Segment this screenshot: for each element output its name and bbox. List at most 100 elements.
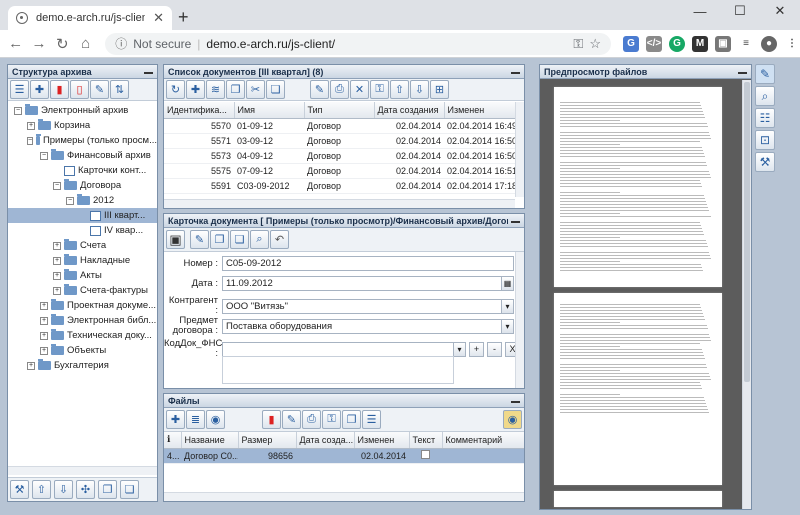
- edit-document-icon[interactable]: ✎: [310, 80, 329, 99]
- chevron-down-icon[interactable]: ▾: [501, 298, 514, 314]
- translate-extension-icon[interactable]: G: [622, 35, 639, 52]
- tree-node[interactable]: − Электронный архив: [8, 103, 157, 118]
- profile-avatar[interactable]: ●: [760, 35, 777, 52]
- tree-node[interactable]: Карточки конт...: [8, 163, 157, 178]
- tree-node[interactable]: + Бухгалтерия: [8, 358, 157, 373]
- expand-icon[interactable]: +: [53, 256, 61, 265]
- new-tab-icon[interactable]: +: [178, 7, 189, 28]
- preview-scroll-thumb[interactable]: [744, 82, 750, 382]
- move-icon[interactable]: ✣: [76, 480, 95, 499]
- refresh-icon[interactable]: ↻: [166, 80, 185, 99]
- paste-icon[interactable]: ❏: [120, 480, 139, 499]
- subject-select[interactable]: Поставка оборудования: [222, 318, 502, 334]
- column-header[interactable]: Название: [181, 432, 239, 449]
- copy-icon[interactable]: ❐: [98, 480, 117, 499]
- column-header[interactable]: Изменен: [354, 432, 410, 449]
- minimize-panel-icon[interactable]: [738, 70, 747, 74]
- code-extension-icon[interactable]: </>: [645, 35, 662, 52]
- edit-card-icon[interactable]: ✎: [190, 230, 209, 249]
- table-row[interactable]: 5571 03-09-12 Договор 02.04.2014 02.04.2014 …: [164, 133, 515, 149]
- table-row[interactable]: 5591 C03-09-2012 Договор 02.04.2014 02.04.20…: [164, 178, 515, 194]
- text-checkbox[interactable]: [409, 448, 442, 464]
- calendar-icon[interactable]: ▦: [501, 276, 514, 291]
- lock-icon[interactable]: ⊡: [755, 130, 775, 150]
- copy-document-icon[interactable]: ❐: [226, 80, 245, 99]
- table-row[interactable]: 5575 07-09-12 Договор 02.04.2014 02.04.2014 …: [164, 163, 515, 179]
- settings-icon[interactable]: ☰: [10, 80, 29, 99]
- minimize-panel-icon[interactable]: [144, 70, 153, 74]
- tree-node[interactable]: + Счета: [8, 238, 157, 253]
- add-folder-icon[interactable]: ✚: [30, 80, 49, 99]
- reload-icon[interactable]: ↻: [51, 35, 74, 53]
- date-field[interactable]: 11.09.2012: [222, 276, 502, 291]
- collapse-icon[interactable]: −: [40, 151, 48, 160]
- column-header[interactable]: Размер: [238, 432, 297, 449]
- expand-icon[interactable]: +: [53, 271, 61, 280]
- doclist-vertical-scrollbar[interactable]: [515, 102, 524, 197]
- expand-icon[interactable]: +: [27, 121, 35, 130]
- expand-icon[interactable]: +: [40, 316, 48, 325]
- column-header[interactable]: Текст: [409, 432, 443, 449]
- column-header[interactable]: Имя: [234, 102, 305, 119]
- contractor-select[interactable]: ООО "Витязь": [222, 298, 502, 314]
- tree-node[interactable]: III кварт...: [8, 208, 157, 223]
- collapse-icon[interactable]: −: [27, 136, 34, 145]
- column-header[interactable]: Тип: [304, 102, 375, 119]
- minimize-panel-icon[interactable]: [511, 219, 520, 223]
- minimize-panel-icon[interactable]: [511, 70, 520, 74]
- tree-node[interactable]: + Техническая доку...: [8, 328, 157, 343]
- table-row[interactable]: 5570 01-09-12 Договор 02.04.2014 02.04.2014 …: [164, 118, 515, 134]
- database-icon[interactable]: ≣: [186, 410, 205, 429]
- tools-side-icon[interactable]: ⚒: [755, 152, 775, 172]
- expand-icon[interactable]: +: [53, 241, 61, 250]
- view-icon[interactable]: ◉: [206, 410, 225, 429]
- scan-icon[interactable]: ⎙: [302, 410, 321, 429]
- warning-icon[interactable]: ⓘ: [115, 35, 127, 52]
- forward-icon[interactable]: →: [27, 35, 50, 52]
- duplicate-card-icon[interactable]: ❏: [230, 230, 249, 249]
- upload-icon[interactable]: ⇧: [390, 80, 409, 99]
- add-file-icon[interactable]: ✚: [166, 410, 185, 429]
- tree-node[interactable]: + Счета-фактуры: [8, 283, 157, 298]
- bookmark-star-icon[interactable]: ☆: [589, 36, 601, 52]
- close-tab-icon[interactable]: ✕: [153, 10, 164, 26]
- table-row[interactable]: 5573 04-09-12 Договор 02.04.2014 02.04.2014 …: [164, 148, 515, 164]
- tools-icon[interactable]: ✕: [350, 80, 369, 99]
- column-header[interactable]: Изменен: [444, 102, 515, 119]
- tree-node[interactable]: − Примеры (только просм...: [8, 133, 157, 148]
- copy-card-icon[interactable]: ❐: [210, 230, 229, 249]
- minimize-icon[interactable]: —: [680, 0, 720, 22]
- tree-node[interactable]: + Корзина: [8, 118, 157, 133]
- grammarly-extension-icon[interactable]: G: [668, 35, 685, 52]
- sort-icon[interactable]: ⇅: [110, 80, 129, 99]
- tree-horizontal-scrollbar[interactable]: [8, 466, 157, 475]
- key-file-icon[interactable]: ⚿: [322, 410, 341, 429]
- key-icon[interactable]: ⚿: [370, 80, 389, 99]
- m-extension-icon[interactable]: M: [691, 35, 708, 52]
- column-header[interactable]: ℹ: [164, 432, 182, 449]
- menu-kebab-icon[interactable]: ⋮: [784, 36, 800, 52]
- trash-icon[interactable]: ▯: [70, 80, 89, 99]
- tree-node[interactable]: − Финансовый архив: [8, 148, 157, 163]
- edit-file-icon[interactable]: ✎: [282, 410, 301, 429]
- download-icon[interactable]: ⇩: [410, 80, 429, 99]
- delete-icon[interactable]: ▮: [50, 80, 69, 99]
- preview-toggle-icon[interactable]: ◉: [503, 410, 522, 429]
- chevron-down-icon[interactable]: ▾: [501, 318, 514, 334]
- expand-icon[interactable]: +: [53, 286, 61, 295]
- files-horizontal-scrollbar[interactable]: [164, 492, 524, 501]
- expand-icon[interactable]: +: [40, 301, 48, 310]
- list-view-icon[interactable]: ☷: [755, 108, 775, 128]
- upload-icon[interactable]: ⇧: [32, 480, 51, 499]
- cut-icon[interactable]: ✂: [246, 80, 265, 99]
- tree-node[interactable]: IV квар...: [8, 223, 157, 238]
- chevron-down-icon[interactable]: ▾: [453, 341, 466, 357]
- back-icon[interactable]: ←: [4, 35, 27, 52]
- doclist-horizontal-scrollbar[interactable]: [164, 199, 515, 208]
- collapse-icon[interactable]: −: [14, 106, 22, 115]
- home-icon[interactable]: ⌂: [74, 35, 97, 52]
- search-icon[interactable]: ⌕: [250, 230, 269, 249]
- undo-icon[interactable]: ↶: [270, 230, 289, 249]
- add-kod-button[interactable]: +: [469, 341, 484, 357]
- layers-icon[interactable]: ≋: [206, 80, 225, 99]
